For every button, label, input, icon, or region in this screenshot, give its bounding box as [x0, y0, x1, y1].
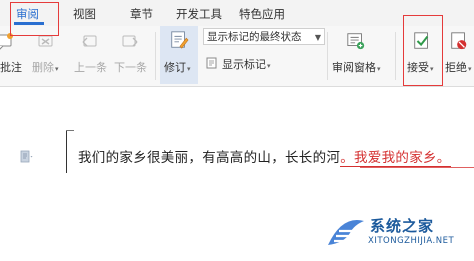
next-comment-button[interactable]: 下一条 [112, 26, 150, 86]
watermark-logo-icon [328, 220, 364, 245]
review-pane-label: 审阅窗格▾ [332, 61, 381, 74]
markup-state-value: 显示标记的最终状态 [207, 31, 302, 43]
watermark-url: XITONGZHIJIA.NET [368, 236, 455, 246]
document-paragraph[interactable]: 我们的家乡很美丽，有高高的山，长长的河。我爱我的家乡。 [78, 146, 451, 167]
previous-label: 上一条 [74, 61, 107, 74]
add-comment-label: 批注 [0, 61, 22, 74]
tab-special-apps[interactable]: 特色应用 [239, 4, 285, 24]
paragraph-handle-icon[interactable] [20, 150, 34, 164]
inserted-revision-text: 。我爱我的家乡。 [340, 150, 451, 167]
show-markup-button[interactable]: 显示标记▾ [206, 54, 284, 72]
markup-state-select[interactable]: 显示标记的最终状态 ▼ [203, 28, 325, 45]
previous-comment-icon [82, 35, 97, 47]
review-pane-button[interactable]: 审阅窗格▾ [330, 26, 386, 86]
revision-underline [360, 167, 474, 168]
tab-section[interactable]: 章节 [130, 4, 153, 24]
chevron-down-icon: ▼ [314, 33, 321, 42]
ribbon-separator [395, 32, 396, 80]
reject-icon [451, 32, 467, 50]
document-text: 我们的家乡很美丽，有高高的山，长长的河 [78, 150, 341, 166]
track-changes-label: 修订▾ [164, 61, 191, 74]
tab-view[interactable]: 视图 [73, 4, 96, 24]
delete-label: 删除▾ [32, 61, 59, 74]
track-changes-button[interactable]: 修订▾ [160, 26, 198, 84]
highlight-accept-button [403, 15, 443, 86]
ribbon-separator [327, 32, 328, 80]
reject-label: 拒绝▾ [445, 61, 472, 74]
next-comment-icon [122, 35, 138, 47]
reject-button[interactable]: 拒绝▾ [444, 26, 474, 86]
tab-developer[interactable]: 开发工具 [176, 4, 222, 24]
previous-comment-button[interactable]: 上一条 [72, 26, 108, 86]
watermark-title: 系统之家 [370, 217, 435, 235]
show-markup-icon [206, 57, 217, 69]
review-pane-icon [347, 33, 365, 50]
text-cursor [66, 131, 67, 173]
highlight-review-tab [10, 2, 59, 36]
next-label: 下一条 [114, 61, 147, 74]
track-changes-icon [171, 31, 189, 49]
ribbon-separator [155, 32, 156, 80]
show-markup-label: 显示标记▾ [222, 58, 271, 71]
margin-corner-mark [66, 130, 74, 131]
